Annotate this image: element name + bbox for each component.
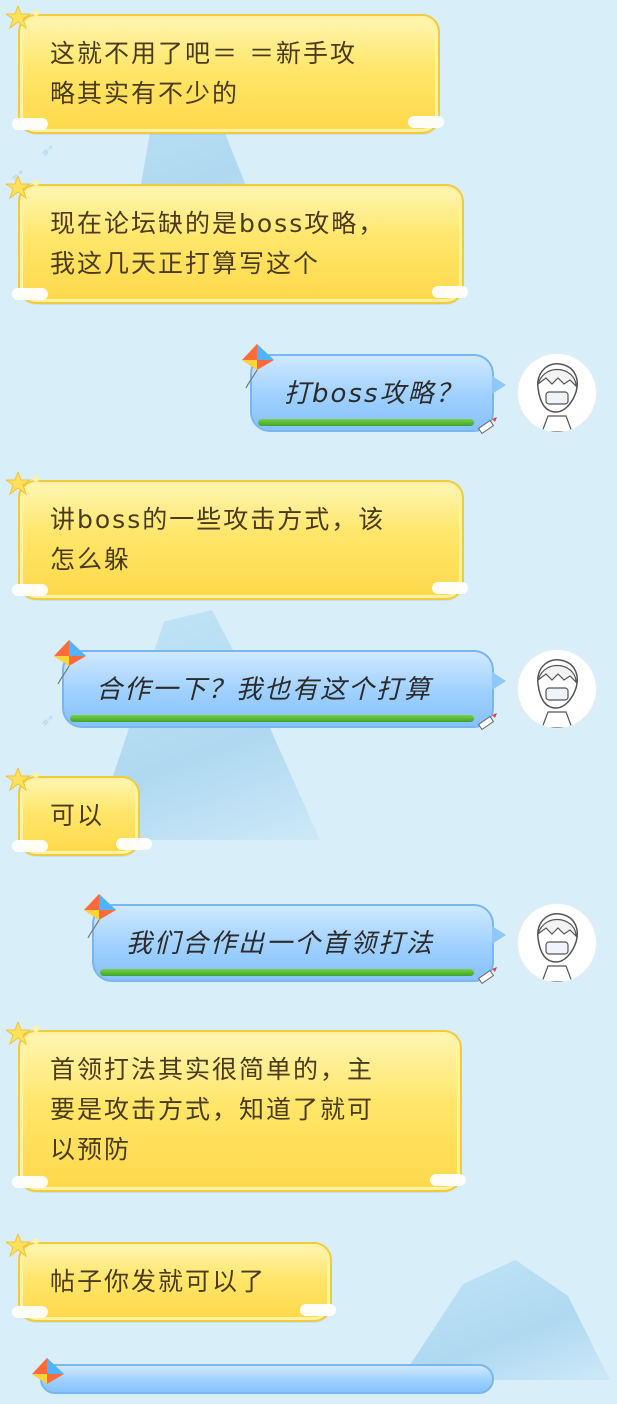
message-bubble-incoming[interactable]: 可以	[6, 768, 152, 856]
message-bubble-incoming[interactable]: 帖子你发就可以了	[6, 1234, 336, 1322]
message-bubble-incoming[interactable]: 这就不用了吧＝ ＝新手攻 略其实有不少的	[6, 6, 444, 134]
message-text-line: 怎么躲	[50, 545, 132, 574]
grass-decoration	[258, 419, 474, 426]
grass-decoration	[70, 715, 474, 722]
cloud-icon	[300, 1304, 336, 1316]
cloud-icon	[432, 582, 468, 594]
message-text-line: 这就不用了吧＝ ＝新手攻	[50, 39, 357, 68]
bubble-tail	[492, 672, 506, 690]
message-bubble-outgoing-partial[interactable]	[32, 1358, 494, 1394]
kite-icon	[84, 894, 116, 939]
message-text-line: 以预防	[50, 1135, 132, 1164]
message-text-line: 可以	[50, 801, 105, 830]
cloud-icon	[12, 840, 48, 852]
kite-icon	[32, 1358, 64, 1384]
pencil-icon	[477, 417, 497, 435]
avatar-icon[interactable]	[518, 650, 596, 728]
star-icon	[6, 1234, 39, 1258]
cloud-icon	[430, 1174, 466, 1186]
message-text-line: 打boss攻略？	[284, 379, 464, 409]
message-bubble-outgoing[interactable]: 打boss攻略？	[242, 344, 506, 435]
message-text-line: 帖子你发就可以了	[50, 1267, 267, 1296]
cloud-icon	[12, 1176, 48, 1188]
star-icon	[6, 176, 39, 200]
message-text-line: 我们合作出一个首领打法	[126, 929, 435, 959]
message-text-line: 首领打法其实很简单的，主	[50, 1055, 375, 1084]
message-text-line: 我这几天正打算写这个	[50, 249, 321, 278]
cloud-icon	[12, 118, 48, 130]
message-bubble-incoming[interactable]: 现在论坛缺的是boss攻略， 我这几天正打算写这个	[6, 176, 468, 304]
avatar-icon[interactable]	[518, 354, 596, 432]
message-text-line: 要是攻击方式，知道了就可	[50, 1095, 375, 1124]
cloud-icon	[12, 288, 48, 300]
bubble-tail	[492, 376, 506, 394]
star-icon	[6, 6, 39, 30]
cloud-icon	[12, 1306, 48, 1318]
message-bubble-outgoing[interactable]: 我们合作出一个首领打法	[84, 894, 506, 985]
message-text-line: 合作一下？我也有这个打算	[96, 675, 433, 705]
kite-icon	[242, 344, 274, 389]
avatar-icon[interactable]	[518, 904, 596, 982]
pencil-icon	[477, 967, 497, 985]
star-icon	[6, 472, 39, 496]
pencil-icon	[477, 713, 497, 731]
message-bubble-incoming[interactable]: 首领打法其实很简单的，主 要是攻击方式，知道了就可 以预防	[6, 1022, 466, 1192]
star-icon	[6, 768, 39, 792]
message-text-line: 现在论坛缺的是boss攻略，	[50, 209, 386, 238]
cloud-icon	[432, 286, 468, 298]
message-bubble-outgoing[interactable]: 合作一下？我也有这个打算	[54, 640, 506, 731]
cloud-icon	[12, 584, 48, 596]
kite-icon	[54, 640, 86, 685]
message-bubble-incoming[interactable]: 讲boss的一些攻击方式，该 怎么躲	[6, 472, 468, 600]
chat-area[interactable]: 这就不用了吧＝ ＝新手攻 略其实有不少的 现在论坛缺的是boss攻略， 我这几天…	[0, 0, 617, 1394]
cloud-icon	[116, 838, 152, 850]
cloud-icon	[408, 116, 444, 128]
message-text-line: 讲boss的一些攻击方式，该	[50, 505, 386, 534]
bubble-tail	[492, 926, 506, 944]
grass-decoration	[100, 969, 474, 976]
message-text-line: 略其实有不少的	[50, 79, 240, 108]
star-icon	[6, 1022, 39, 1046]
